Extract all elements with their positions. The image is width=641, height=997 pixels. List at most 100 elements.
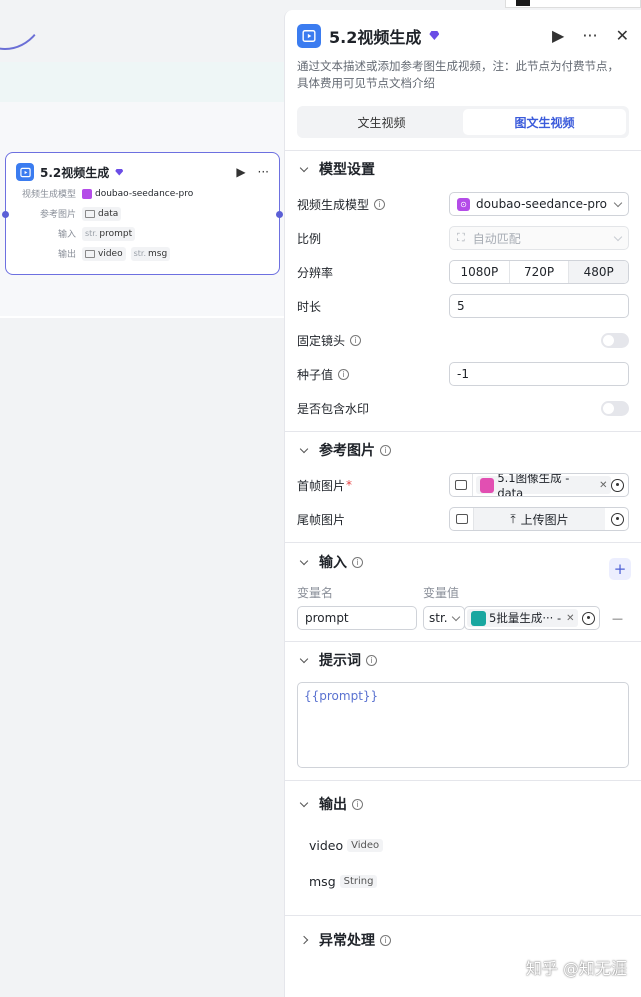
node-chip: str. prompt — [82, 226, 136, 241]
first-frame-row: 首帧图片 * 5.1图像生成 - data ✕ — [297, 468, 629, 502]
variable-type-select[interactable]: str. — [423, 606, 465, 630]
model-select[interactable]: ⊙ doubao-seedance-pro — [449, 192, 629, 216]
play-icon[interactable]: ▶ — [236, 165, 245, 179]
tag-text: 5.1图像生成 - data — [497, 473, 570, 497]
info-icon[interactable]: i — [380, 934, 391, 946]
watermark-toggle[interactable] — [601, 400, 629, 416]
chevron-down-icon — [451, 612, 461, 621]
section-header[interactable]: 模型设置 — [297, 151, 629, 187]
chip-type: str. — [133, 249, 146, 258]
target-icon[interactable] — [611, 512, 624, 526]
label-text: 视频生成模型 — [297, 197, 370, 212]
section-header[interactable]: 参考图片 i — [297, 432, 629, 468]
output-name: msg — [309, 873, 336, 889]
node-chip: str. msg — [130, 246, 171, 261]
field-label: 种子值 i — [297, 366, 449, 383]
image-gen-icon — [480, 477, 495, 493]
image-icon — [450, 474, 474, 496]
add-variable-button[interactable]: + — [609, 558, 631, 580]
panel-description: 通过文本描述或添加参考图生成视频，注：此节点为付费节点，具体费用可见节点文档介绍 — [297, 59, 619, 90]
prompt-textarea[interactable]: {{prompt}} — [297, 682, 629, 768]
section-title: 参考图片 — [319, 443, 375, 459]
remove-variable-button[interactable]: — — [612, 612, 623, 625]
node-row-key: 视频生成模型 — [21, 190, 76, 200]
more-icon[interactable]: ··· — [258, 165, 269, 179]
resolution-option[interactable]: 1080P — [450, 261, 509, 283]
chip-text: msg — [148, 248, 168, 259]
required-mark: * — [346, 478, 353, 492]
fixed-camera-toggle[interactable] — [601, 332, 629, 348]
section-title: 异常处理 — [319, 933, 375, 949]
resolution-option[interactable]: 720P — [508, 261, 569, 283]
node-row-key: 输出 — [57, 250, 76, 260]
node-title: 5.2视频生成 — [40, 165, 110, 180]
resolution-segmented: 1080P 720P 480P — [449, 260, 629, 284]
node-row-key: 参考图片 — [39, 210, 76, 220]
info-icon[interactable]: i — [352, 556, 363, 568]
output-section: 输出 i video Video msg String — [285, 780, 641, 915]
section-header[interactable]: 提示词 i — [297, 642, 629, 678]
resolution-option-selected[interactable]: 480P — [568, 261, 628, 283]
video-gen-node[interactable]: 5.2视频生成 ▶ ··· 视频生成模型 doubao-seedance-pro… — [2, 152, 283, 275]
workflow-canvas[interactable]: 5.2视频生成 ▶ ··· 视频生成模型 doubao-seedance-pro… — [0, 0, 284, 997]
duration-input[interactable]: 5 — [449, 294, 629, 318]
info-icon[interactable]: i — [366, 654, 377, 666]
variable-header: 变量名 变量值 — [297, 581, 629, 603]
chip-text: video — [98, 248, 123, 259]
image-icon — [85, 209, 95, 218]
image-icon — [450, 508, 474, 530]
model-row: 视频生成模型 i ⊙ doubao-seedance-pro — [297, 187, 629, 221]
section-header[interactable]: 输出 i — [297, 781, 629, 827]
node-model-value: doubao-seedance-pro — [95, 188, 194, 199]
info-icon[interactable]: i — [374, 198, 386, 210]
section-title: 输入 — [319, 555, 347, 571]
ratio-value: 自动匹配 — [472, 231, 521, 246]
first-frame-field[interactable]: 5.1图像生成 - data ✕ — [449, 473, 629, 497]
output-item: msg String — [297, 863, 629, 899]
tab-text-to-video[interactable]: 文生视频 — [300, 109, 463, 135]
target-icon[interactable] — [611, 478, 624, 492]
aspect-icon: ⛶ — [457, 231, 465, 244]
video-icon — [16, 163, 34, 181]
info-icon[interactable]: i — [338, 368, 350, 380]
variable-name-input[interactable]: prompt — [297, 606, 417, 630]
section-header[interactable]: 输入 i — [297, 543, 629, 581]
output-type: String — [339, 874, 378, 888]
run-icon[interactable]: ▶ — [552, 26, 564, 45]
chevron-down-icon — [613, 232, 623, 241]
node-config-panel: 5.2视频生成 ▶ ··· ✕ 通过文本描述或添加参考图生成视频，注：此节点为付… — [284, 10, 641, 997]
field-label: 分辨率 — [297, 265, 334, 280]
panel-header: 5.2视频生成 ▶ ··· ✕ — [285, 10, 641, 48]
remove-icon[interactable]: ✕ — [566, 613, 574, 624]
upload-button[interactable]: ⤒ 上传图片 — [474, 508, 605, 530]
node-row-ref-image: 参考图片 data — [16, 206, 269, 221]
info-icon[interactable]: i — [352, 798, 363, 810]
info-icon[interactable]: i — [380, 444, 391, 456]
more-icon[interactable]: ··· — [582, 26, 597, 45]
section-title: 模型设置 — [319, 162, 375, 178]
ratio-select[interactable]: ⛶ 自动匹配 — [449, 226, 629, 250]
node-chip: data — [82, 206, 122, 221]
type-value: str. — [429, 611, 448, 625]
reference-tag: 5.1图像生成 - data ✕ — [476, 473, 612, 497]
premium-gem-icon — [429, 31, 440, 40]
close-icon[interactable]: ✕ — [616, 26, 629, 45]
model-value: doubao-seedance-pro — [476, 197, 607, 211]
variable-value-field[interactable]: 5批量生成··· - ✕ — [464, 606, 600, 630]
node-output-port[interactable] — [276, 211, 283, 218]
model-icon — [82, 188, 92, 199]
connection-curve — [0, 0, 50, 50]
tab-image-text-to-video[interactable]: 图文生视频 — [463, 109, 626, 135]
target-icon[interactable] — [582, 611, 595, 625]
seed-input[interactable]: -1 — [449, 362, 629, 386]
chevron-down-icon — [299, 556, 309, 565]
chevron-down-icon — [299, 444, 309, 453]
field-label: 比例 — [297, 231, 322, 246]
node-input-port[interactable] — [2, 211, 9, 218]
node-row-key: 输入 — [57, 230, 76, 240]
info-icon[interactable]: i — [350, 334, 362, 346]
watermark-row: 是否包含水印 — [297, 391, 629, 425]
node-row-input: 输入 str. prompt — [16, 226, 269, 241]
remove-icon[interactable]: ✕ — [599, 480, 607, 491]
toolbar-thumb — [516, 0, 530, 6]
